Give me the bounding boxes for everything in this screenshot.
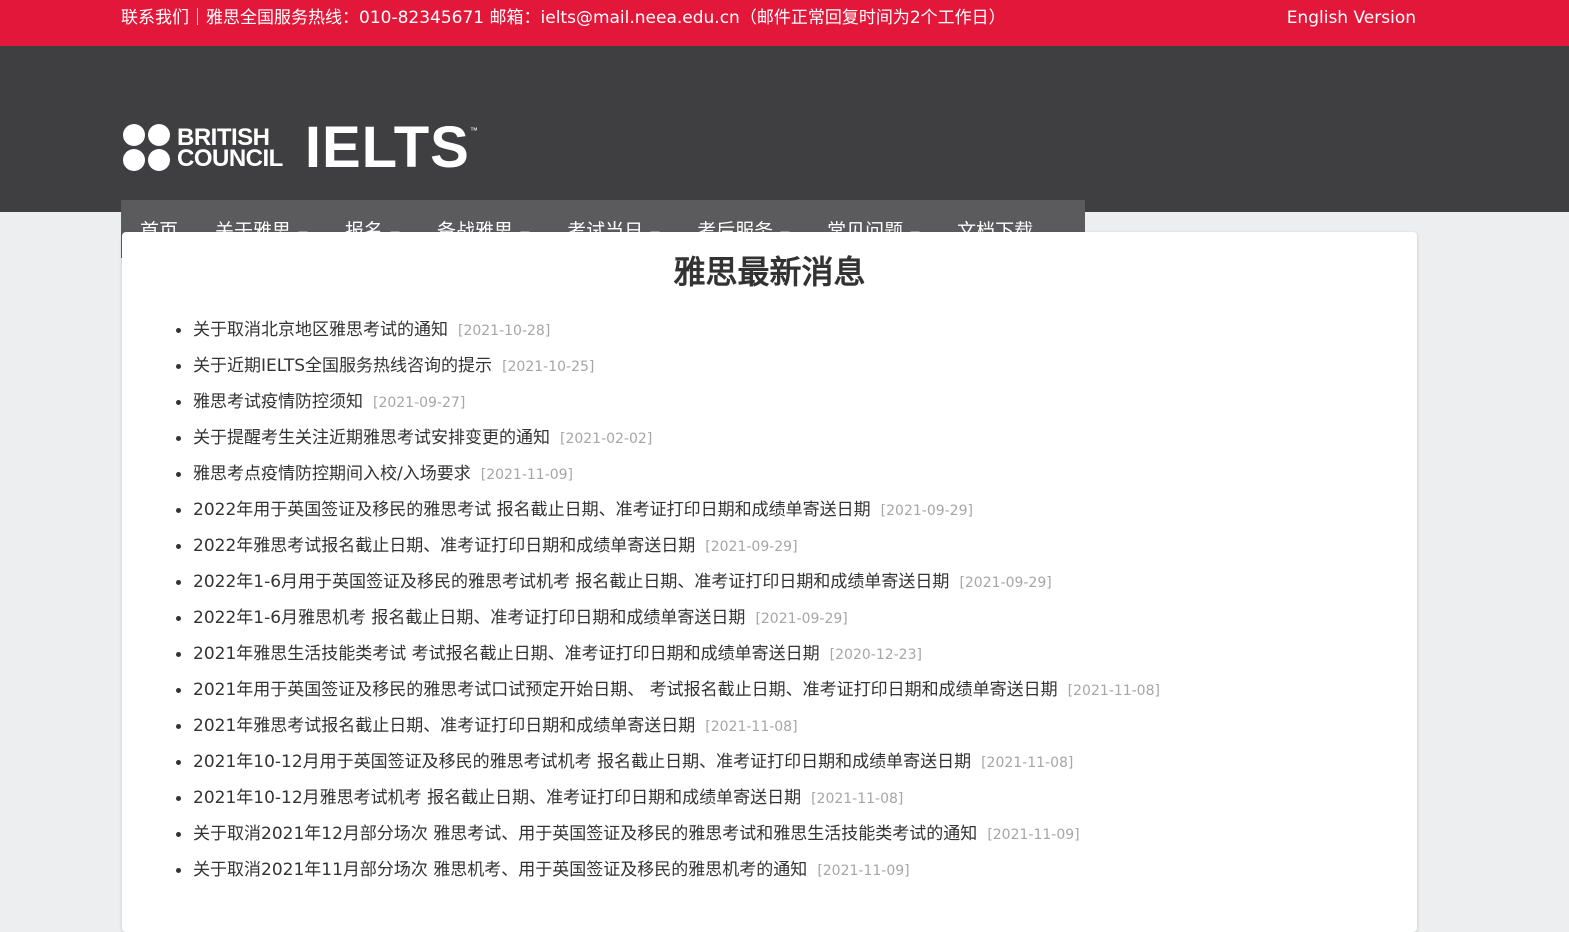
list-item: 关于近期IELTS全国服务热线咨询的提示 [2021-10-25] [176,348,1160,384]
news-date: [2021-11-09] [987,827,1080,843]
news-link[interactable]: 关于取消北京地区雅思考试的通知 [193,320,448,340]
list-item: 雅思考试疫情防控须知 [2021-09-27] [176,384,1160,420]
list-item: 2021年用于英国签证及移民的雅思考试口试预定开始日期、 考试报名截止日期、准考… [176,672,1160,708]
news-link[interactable]: 关于取消2021年12月部分场次 雅思考试、用于英国签证及移民的雅思考试和雅思生… [193,824,977,844]
logo-area[interactable]: BRITISH COUNCIL IELTS ™ [123,115,478,180]
list-item: 2021年雅思生活技能类考试 考试报名截止日期、准考证打印日期和成绩单寄送日期 [… [176,636,1160,672]
list-item: 2021年10-12月用于英国签证及移民的雅思考试机考 报名截止日期、准考证打印… [176,744,1160,780]
news-link[interactable]: 2021年雅思生活技能类考试 考试报名截止日期、准考证打印日期和成绩单寄送日期 [193,644,820,664]
news-date: [2021-10-28] [458,323,551,339]
news-date: [2021-09-29] [880,503,973,519]
news-date: [2020-12-23] [829,647,922,663]
contact-info: 联系我们｜雅思全国服务热线：010-82345671 邮箱：ielts@mail… [121,8,1006,28]
news-date: [2021-11-08] [1067,683,1160,699]
british-council-logo-text: BRITISH COUNCIL [177,126,283,172]
news-link[interactable]: 雅思考点疫情防控期间入校/入场要求 [193,464,471,484]
news-link[interactable]: 2021年用于英国签证及移民的雅思考试口试预定开始日期、 考试报名截止日期、准考… [193,680,1058,700]
news-date: [2021-11-08] [981,755,1074,771]
list-item: 2022年1-6月用于英国签证及移民的雅思考试机考 报名截止日期、准考证打印日期… [176,564,1160,600]
news-date: [2021-11-09] [480,467,574,483]
news-link[interactable]: 2022年1-6月雅思机考 报名截止日期、准考证打印日期和成绩单寄送日期 [193,608,745,628]
news-link[interactable]: 2022年用于英国签证及移民的雅思考试 报名截止日期、准考证打印日期和成绩单寄送… [193,500,871,520]
news-date: [2021-02-02] [560,431,653,447]
news-link[interactable]: 关于近期IELTS全国服务热线咨询的提示 [193,356,492,376]
news-date: [2021-09-29] [755,611,848,627]
english-version-link[interactable]: English Version [1287,7,1416,29]
list-item: 关于取消北京地区雅思考试的通知 [2021-10-28] [176,312,1160,348]
news-date: [2021-09-29] [959,575,1052,591]
news-date: [2021-11-09] [817,863,910,879]
list-item: 2022年1-6月雅思机考 报名截止日期、准考证打印日期和成绩单寄送日期 [202… [176,600,1160,636]
news-link[interactable]: 2021年雅思考试报名截止日期、准考证打印日期和成绩单寄送日期 [193,716,695,736]
news-link[interactable]: 雅思考试疫情防控须知 [193,392,363,412]
news-panel: 雅思最新消息 关于取消北京地区雅思考试的通知 [2021-10-28] 关于近期I… [122,232,1417,932]
list-item: 2021年雅思考试报名截止日期、准考证打印日期和成绩单寄送日期 [2021-11-… [176,708,1160,744]
news-link[interactable]: 关于取消2021年11月部分场次 雅思机考、用于英国签证及移民的雅思机考的通知 [193,860,807,880]
trademark-symbol: ™ [469,126,478,135]
list-item: 2022年用于英国签证及移民的雅思考试 报名截止日期、准考证打印日期和成绩单寄送… [176,492,1160,528]
bc-line2: COUNCIL [177,145,283,172]
news-list: 关于取消北京地区雅思考试的通知 [2021-10-28] 关于近期IELTS全国服… [122,312,1160,888]
list-item: 关于取消2021年11月部分场次 雅思机考、用于英国签证及移民的雅思机考的通知 [… [176,852,1160,888]
page-title: 雅思最新消息 [673,253,866,291]
top-contact-bar: 联系我们｜雅思全国服务热线：010-82345671 邮箱：ielts@mail… [0,0,1569,46]
ielts-logo: IELTS [304,115,470,180]
news-link[interactable]: 2021年10-12月用于英国签证及移民的雅思考试机考 报名截止日期、准考证打印… [193,752,971,772]
list-item: 2022年雅思考试报名截止日期、准考证打印日期和成绩单寄送日期 [2021-09-… [176,528,1160,564]
news-link[interactable]: 2022年1-6月用于英国签证及移民的雅思考试机考 报名截止日期、准考证打印日期… [193,572,949,592]
news-link[interactable]: 2022年雅思考试报名截止日期、准考证打印日期和成绩单寄送日期 [193,536,695,556]
news-date: [2021-10-25] [502,359,595,375]
list-item: 关于提醒考生关注近期雅思考试安排变更的通知 [2021-02-02] [176,420,1160,456]
list-item: 2021年10-12月雅思考试机考 报名截止日期、准考证打印日期和成绩单寄送日期… [176,780,1160,816]
news-date: [2021-09-29] [705,539,798,555]
news-link[interactable]: 关于提醒考生关注近期雅思考试安排变更的通知 [193,428,550,448]
news-date: [2021-11-08] [705,719,798,735]
news-date: [2021-09-27] [373,395,466,411]
site-header: BRITISH COUNCIL IELTS ™ 首页 关于雅思 报名 备战雅思 … [0,46,1569,258]
news-link[interactable]: 2021年10-12月雅思考试机考 报名截止日期、准考证打印日期和成绩单寄送日期 [193,788,801,808]
list-item: 关于取消2021年12月部分场次 雅思考试、用于英国签证及移民的雅思考试和雅思生… [176,816,1160,852]
news-date: [2021-11-08] [811,791,904,807]
list-item: 雅思考点疫情防控期间入校/入场要求 [2021-11-09] [176,456,1160,492]
british-council-logo-icon [123,124,171,172]
